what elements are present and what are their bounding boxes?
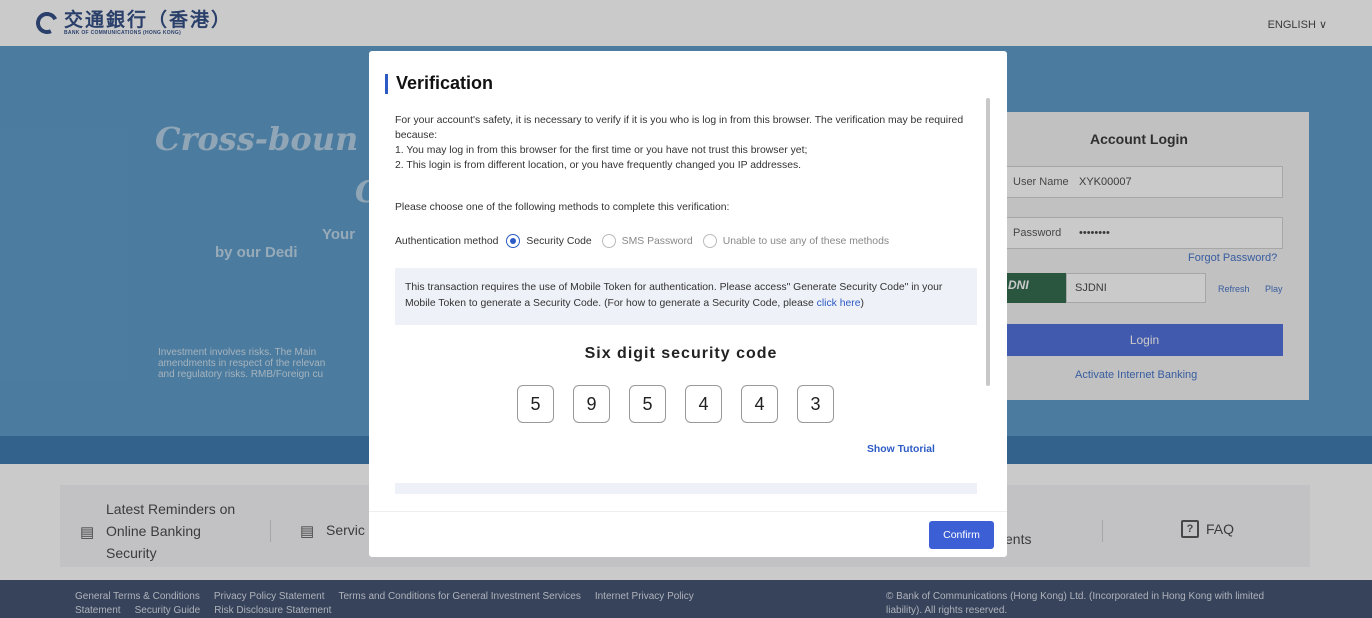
radio-sms-password[interactable]: SMS Password bbox=[601, 234, 693, 248]
intro-line: 2. This login is from different location… bbox=[395, 160, 802, 171]
info-end: ) bbox=[860, 298, 864, 309]
radio-checked-icon bbox=[506, 234, 521, 248]
show-tutorial-link[interactable]: Show Tutorial bbox=[867, 444, 935, 455]
dialog-scrollbar[interactable] bbox=[986, 98, 990, 386]
code-digit-input[interactable]: 5 bbox=[517, 385, 554, 423]
code-digit-input[interactable]: 3 bbox=[797, 385, 834, 423]
confirm-button[interactable]: Confirm bbox=[929, 521, 994, 549]
radio-unchecked-icon bbox=[702, 234, 717, 248]
dialog-title-text: Verification bbox=[396, 73, 494, 93]
radio-unchecked-icon bbox=[601, 234, 616, 248]
intro-line: 1. You may log in from this browser for … bbox=[395, 145, 808, 156]
verification-dialog: Verification For your account's safety, … bbox=[369, 51, 1007, 557]
mobile-token-info: This transaction requires the use of Mob… bbox=[395, 268, 977, 325]
click-here-link[interactable]: click here bbox=[817, 298, 861, 309]
radio-label: SMS Password bbox=[621, 235, 693, 247]
dialog-title: Verification bbox=[385, 73, 493, 94]
content-bar bbox=[395, 483, 977, 494]
security-code-label: Six digit security code bbox=[584, 345, 778, 362]
auth-method-label: Authentication method bbox=[395, 235, 499, 247]
code-digit-input[interactable]: 4 bbox=[741, 385, 778, 423]
radio-label: Security Code bbox=[526, 235, 592, 247]
radio-unable[interactable]: Unable to use any of these methods bbox=[702, 234, 890, 248]
auth-method-group: Authentication method Security Code SMS … bbox=[395, 234, 899, 248]
choose-method-text: Please choose one of the following metho… bbox=[395, 202, 730, 213]
radio-security-code[interactable]: Security Code bbox=[506, 234, 592, 248]
verification-intro: For your account's safety, it is necessa… bbox=[395, 113, 975, 173]
code-digit-input[interactable]: 4 bbox=[685, 385, 722, 423]
code-digit-input[interactable]: 9 bbox=[573, 385, 610, 423]
security-code-inputs: 5 9 5 4 4 3 bbox=[517, 385, 834, 423]
code-digit-input[interactable]: 5 bbox=[629, 385, 666, 423]
intro-line: For your account's safety, it is necessa… bbox=[395, 115, 964, 141]
radio-label: Unable to use any of these methods bbox=[722, 235, 890, 247]
dialog-footer-divider bbox=[369, 511, 1007, 512]
title-accent-bar bbox=[385, 73, 388, 94]
